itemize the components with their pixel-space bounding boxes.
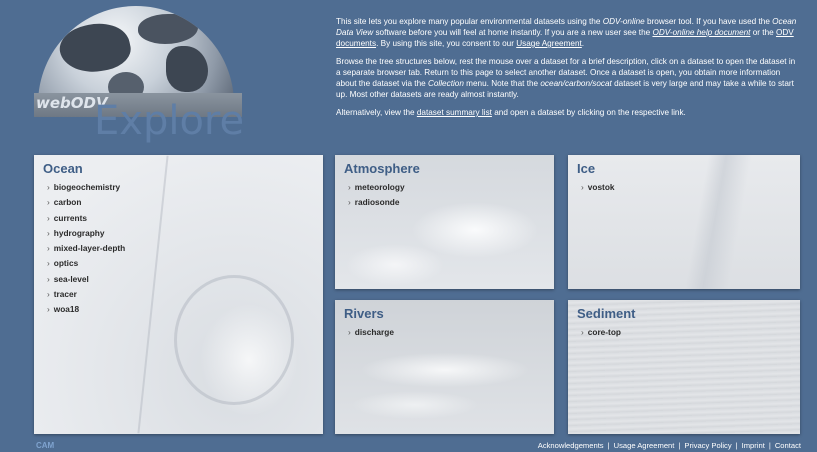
dataset-label: optics	[53, 258, 79, 269]
footer-separator: |	[678, 441, 681, 450]
dataset-label: mixed-layer-depth	[53, 243, 126, 254]
chevron-right-icon: ›	[348, 182, 351, 192]
footer-link-usage-agreement[interactable]: Usage Agreement	[614, 441, 675, 450]
dataset-label: carbon	[53, 197, 82, 208]
intro-text-segment: and open a dataset by clicking on the re…	[491, 108, 686, 117]
intro-link[interactable]: ODV-online help document	[652, 28, 750, 37]
intro-link[interactable]: Usage Agreement	[516, 39, 582, 48]
dataset-list-ocean: › biogeochemistry › carbon › currents › hydrogr…	[47, 180, 125, 318]
footer-separator: |	[735, 441, 738, 450]
dataset-label: radiosonde	[354, 197, 400, 208]
intro-paragraph-2: Browse the tree structures below, rest t…	[336, 56, 798, 100]
chevron-right-icon: ›	[47, 197, 50, 208]
footer-link-privacy-policy[interactable]: Privacy Policy	[684, 441, 731, 450]
dataset-item-optics[interactable]: › optics	[47, 256, 125, 271]
dataset-label: tracer	[53, 289, 77, 300]
intro-text-segment: . By using this site, you consent to our	[376, 39, 517, 48]
dataset-item-mixed-layer-depth[interactable]: › mixed-layer-depth	[47, 241, 125, 256]
dataset-item-radiosonde[interactable]: › radiosonde	[348, 195, 405, 210]
intro-text-segment: software before you will feel at home in…	[373, 28, 653, 37]
footer-links: Acknowledgements | Usage Agreement | Privacy…	[538, 441, 801, 450]
footer-separator: |	[607, 441, 610, 450]
dataset-item-meteorology[interactable]: › meteorology	[348, 180, 405, 195]
dataset-label: woa18	[53, 304, 80, 315]
dataset-label: discharge	[354, 327, 394, 337]
intro-text-segment: ocean/carbon/socat	[540, 79, 612, 88]
webodv-explore-logo: webODV Explore	[30, 6, 255, 146]
footer-link-imprint[interactable]: Imprint	[742, 441, 765, 450]
panel-title-ocean: Ocean	[43, 161, 83, 176]
footer-separator: |	[768, 441, 771, 450]
footer-link-contact[interactable]: Contact	[775, 441, 801, 450]
dataset-item-carbon[interactable]: › carbon	[47, 195, 125, 210]
dataset-list-sediment: › core-top	[581, 325, 621, 340]
panel-rivers: Rivers › discharge	[335, 300, 554, 434]
dataset-label: core-top	[587, 327, 621, 337]
dataset-item-vostok[interactable]: › vostok	[581, 180, 615, 195]
panel-title-atmosphere: Atmosphere	[344, 161, 420, 176]
intro-text-segment: This site lets you explore many popular …	[336, 17, 603, 26]
chevron-right-icon: ›	[581, 327, 584, 337]
panel-title-sediment: Sediment	[577, 306, 636, 321]
dataset-item-sea-level[interactable]: › sea-level	[47, 272, 125, 287]
dataset-item-discharge[interactable]: › discharge	[348, 325, 394, 340]
dataset-label: currents	[53, 212, 87, 223]
chevron-right-icon: ›	[47, 289, 50, 300]
dataset-item-hydrography[interactable]: › hydrography	[47, 226, 125, 241]
panel-sediment: Sediment › core-top	[568, 300, 800, 434]
dataset-label: biogeochemistry	[53, 182, 121, 192]
chevron-right-icon: ›	[47, 273, 50, 284]
dataset-list-ice: › vostok	[581, 180, 615, 195]
dataset-item-biogeochemistry[interactable]: › biogeochemistry	[47, 180, 125, 195]
globe-icon	[38, 6, 234, 104]
intro-text: This site lets you explore many popular …	[336, 16, 798, 125]
chevron-right-icon: ›	[47, 243, 50, 254]
dataset-label: vostok	[587, 182, 615, 192]
dataset-list-rivers: › discharge	[348, 325, 394, 340]
panel-title-ice: Ice	[577, 161, 596, 176]
intro-text-segment: Alternatively, view the	[336, 108, 417, 117]
intro-paragraph-1: This site lets you explore many popular …	[336, 16, 798, 49]
intro-text-segment: or the	[750, 28, 776, 37]
chevron-right-icon: ›	[47, 182, 50, 192]
intro-text-segment: browser tool. If you have used the	[644, 17, 773, 26]
intro-text-segment: ODV-online	[602, 17, 645, 26]
chevron-right-icon: ›	[348, 327, 351, 337]
intro-link[interactable]: dataset summary list	[417, 108, 492, 117]
chevron-right-icon: ›	[47, 258, 50, 269]
logo-explore-text: Explore	[94, 98, 245, 144]
panel-ocean: Ocean › biogeochemistry › carbon › currents › h…	[34, 155, 323, 434]
dataset-label: hydrography	[53, 227, 105, 238]
intro-text-segment: menu. Note that the	[463, 79, 541, 88]
chevron-right-icon: ›	[47, 304, 50, 315]
dataset-label: meteorology	[354, 182, 405, 192]
dataset-label: sea-level	[53, 273, 89, 284]
intro-text-segment: .	[581, 39, 585, 48]
panel-title-rivers: Rivers	[344, 306, 384, 321]
intro-text-segment: Collection	[427, 79, 464, 88]
dataset-item-woa18[interactable]: › woa18	[47, 302, 125, 317]
chevron-right-icon: ›	[348, 197, 351, 208]
panel-ice: Ice › vostok	[568, 155, 800, 289]
dataset-list-atmosphere: › meteorology › radiosonde	[348, 180, 405, 211]
chevron-right-icon: ›	[47, 212, 50, 223]
dataset-item-currents[interactable]: › currents	[47, 211, 125, 226]
footer-logo[interactable]: CAM	[36, 441, 54, 450]
dataset-item-core-top[interactable]: › core-top	[581, 325, 621, 340]
chevron-right-icon: ›	[47, 227, 50, 238]
intro-paragraph-3: Alternatively, view the dataset summary …	[336, 107, 798, 118]
panel-atmosphere: Atmosphere › meteorology › radiosonde	[335, 155, 554, 289]
dataset-item-tracer[interactable]: › tracer	[47, 287, 125, 302]
chevron-right-icon: ›	[581, 182, 584, 192]
footer-link-acknowledgements[interactable]: Acknowledgements	[538, 441, 604, 450]
